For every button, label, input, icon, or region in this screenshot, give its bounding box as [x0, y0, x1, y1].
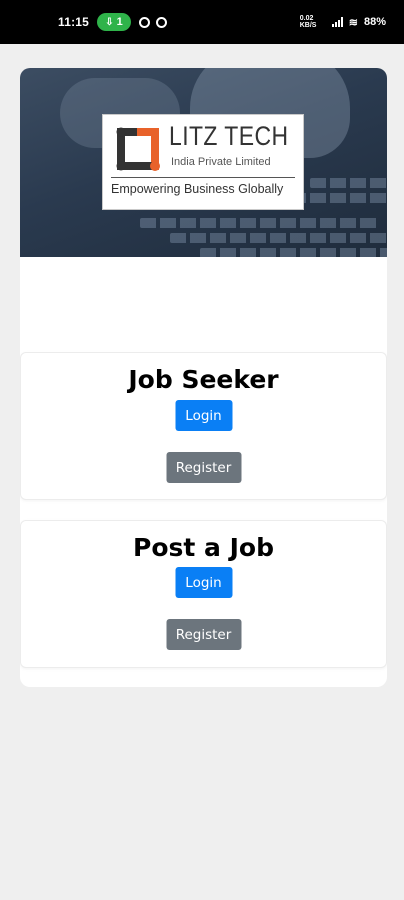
notification-pill: ⇩ 1: [97, 13, 132, 31]
section-title: Post a Job: [133, 533, 274, 562]
wifi-icon: ≋: [348, 16, 358, 29]
post-job-login-button[interactable]: Login: [175, 567, 232, 598]
header-banner: LITZ TECH India Private Limited Empoweri…: [20, 68, 387, 257]
notification-count: 1: [116, 16, 123, 28]
keyboard-row: [200, 248, 387, 257]
section-title: Job Seeker: [128, 365, 279, 394]
post-job-section: Post a Job Login Register: [20, 520, 387, 668]
keyboard-row: [140, 218, 380, 228]
download-icon: ⇩: [105, 16, 114, 28]
data-rate: 0.02 KB/S: [299, 15, 317, 29]
app-notification-icon: [139, 16, 151, 28]
main-card: LITZ TECH India Private Limited Empoweri…: [20, 68, 387, 687]
post-job-register-button[interactable]: Register: [166, 619, 241, 650]
job-seeker-section: Job Seeker Login Register: [20, 352, 387, 500]
logo-divider: [111, 177, 295, 178]
logo-tagline: Empowering Business Globally: [111, 182, 284, 196]
logo-title: LITZ TECH: [169, 121, 289, 151]
status-right: 0.02 KB/S ≋ 88%: [300, 15, 386, 29]
job-seeker-login-button[interactable]: Login: [175, 400, 232, 431]
battery-level: 88%: [363, 16, 386, 28]
keyboard-row: [290, 193, 387, 203]
app-notification-icon: [156, 16, 168, 28]
signal-icon: [331, 17, 343, 27]
status-bar: 11:15 ⇩ 1 0.02 KB/S ≋ 88%: [0, 0, 404, 44]
job-seeker-register-button[interactable]: Register: [166, 452, 241, 483]
company-logo: LITZ TECH India Private Limited Empoweri…: [102, 114, 304, 210]
status-time: 11:15: [58, 15, 90, 29]
keyboard-row: [170, 233, 387, 243]
keyboard-row: [310, 178, 387, 188]
logo-subtitle: India Private Limited: [171, 156, 271, 168]
logo-mark-icon: [116, 127, 160, 171]
